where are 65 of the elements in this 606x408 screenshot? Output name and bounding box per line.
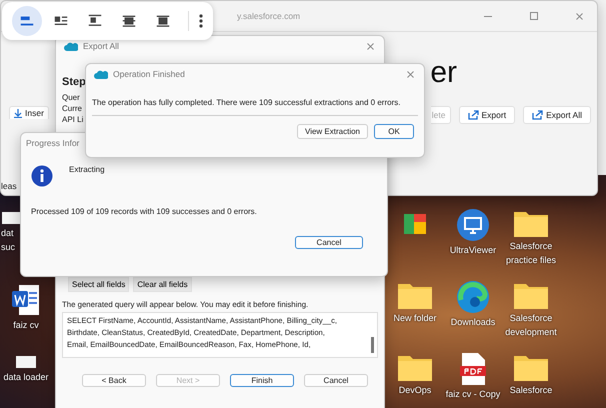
progress-message: Processed 109 of 109 records with 109 successes and 0 errors. [30, 206, 258, 216]
cancel-button[interactable]: Cancel [295, 236, 363, 249]
close-icon [576, 12, 583, 20]
desktop-icon-label: faiz cv [13, 320, 39, 331]
nav-button[interactable]: Cancel [304, 374, 368, 387]
desktop-icon-label: practice files [506, 255, 556, 266]
window-title: Export All [83, 41, 120, 51]
toolbar-button[interactable]: Export All [523, 106, 591, 124]
info-text: Quer [62, 92, 80, 103]
close-icon [407, 70, 414, 78]
nav-button[interactable]: < Back [82, 374, 146, 387]
maximize-button[interactable] [528, 10, 540, 22]
pdf-file-icon[interactable] [459, 352, 487, 386]
desktop-icon-label: DevOps [398, 385, 432, 396]
export-icon [468, 110, 479, 120]
layout-icon [87, 13, 103, 29]
status-text: Extracting [69, 165, 105, 174]
layout-icon [155, 13, 171, 29]
layout-button[interactable] [12, 6, 42, 36]
result-message: The operation has fully completed. There were 109 successful extractions and 0 errors. [91, 97, 402, 109]
app-heading: er [430, 56, 457, 90]
scrollbar-thumb[interactable] [371, 337, 374, 353]
toolbar-button[interactable]: Export [458, 106, 516, 124]
export-icon [532, 110, 544, 120]
cloud-logo-icon [64, 42, 78, 50]
field-button[interactable]: Select all fields [68, 277, 130, 292]
nav-button[interactable]: Finish [230, 374, 294, 387]
desktop-icon-label: UltraViewer [450, 245, 496, 256]
desktop-icon-label: faiz cv - Copy [446, 389, 500, 400]
browser-icon[interactable] [456, 280, 490, 314]
field-button[interactable]: Clear all fields [133, 277, 192, 292]
info-icon [31, 165, 53, 187]
file-icon[interactable] [15, 355, 37, 369]
close-button[interactable] [405, 68, 416, 80]
dialog-title: Operation Finished [113, 69, 186, 79]
cloud-logo-icon [94, 70, 108, 78]
step-heading: Step [62, 76, 86, 88]
dialog-button[interactable]: View Extraction [297, 124, 368, 139]
desktop-icon-label: Salesforce [510, 241, 552, 252]
download-icon [14, 108, 22, 118]
desktop-icon-label: development [505, 327, 557, 338]
more-icon[interactable] [199, 14, 203, 28]
desktop-icon-label: Downloads [450, 317, 496, 328]
query-field[interactable] [62, 312, 378, 358]
file-icon[interactable] [1, 211, 23, 225]
info-text: API Li [62, 114, 84, 125]
info-text: Curre [62, 103, 82, 114]
dialog-button[interactable]: OK [374, 124, 414, 139]
maximize-icon [530, 12, 538, 20]
desktop-icon-label: Salesforce [510, 385, 552, 396]
dialog-title: Progress Infor [26, 138, 80, 148]
close-button[interactable] [365, 40, 376, 52]
desktop-icon-label: data loader [3, 372, 49, 383]
desktop-icon-label: suc [1, 242, 16, 253]
word-document-icon[interactable] [11, 283, 41, 317]
close-button[interactable] [574, 10, 585, 22]
monitor-app-icon[interactable] [456, 208, 490, 242]
desktop-icon-label: Salesforce [510, 313, 552, 324]
desktop-icon-label: dat [1, 228, 14, 239]
url-text: y.salesforce.com [237, 11, 302, 21]
close-icon [367, 42, 374, 50]
desktop-icon-label: New folder [393, 313, 437, 324]
insert-button[interactable]: Inser [9, 106, 49, 119]
layout-icon [121, 13, 137, 29]
status-text: leas [1, 181, 17, 191]
